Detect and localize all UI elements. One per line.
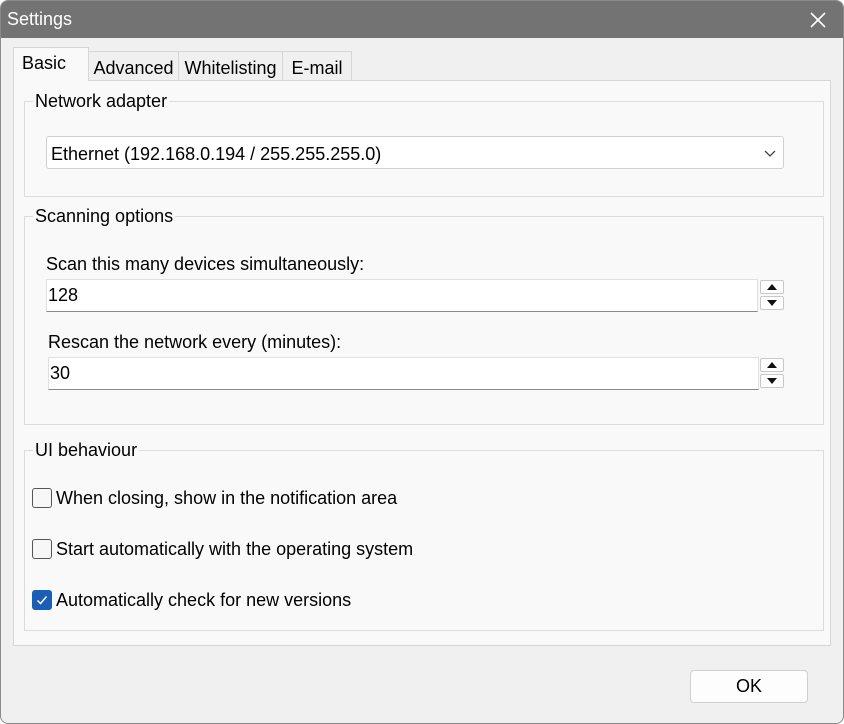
window-title: Settings [7,9,73,29]
tab-email[interactable]: E-mail [282,51,352,81]
group-label: UI behaviour [33,440,140,461]
group-label: Scanning options [33,206,176,227]
checkmark-icon [36,596,48,605]
arrow-down-icon [767,300,777,306]
arrow-up-icon [767,284,777,290]
checkbox[interactable] [32,539,52,559]
simultaneous-spin-down[interactable] [760,296,784,310]
network-adapter-value: Ethernet (192.168.0.194 / 255.255.255.0) [51,144,382,164]
tab-advanced[interactable]: Advanced [88,51,179,81]
group-label: Network adapter [33,91,170,112]
option-check-updates[interactable]: Automatically check for new versions [32,589,351,611]
tab-label: Whitelisting [184,58,277,78]
close-button[interactable] [805,7,831,33]
arrow-up-icon [767,362,777,368]
scanning-options-group: Scanning options Scan this many devices … [24,206,824,425]
tab-whitelisting[interactable]: Whitelisting [178,51,283,81]
tab-label: Advanced [93,58,174,78]
rescan-label: Rescan the network every (minutes): [48,332,342,352]
checkbox-checked[interactable] [32,590,52,610]
arrow-down-icon [767,378,777,384]
simultaneous-spin-up[interactable] [760,280,784,294]
rescan-spin-down[interactable] [760,374,784,388]
option-autostart[interactable]: Start automatically with the operating s… [32,538,413,560]
title-bar: Settings [1,1,843,38]
simultaneous-devices-input[interactable] [46,279,758,312]
tab-panel-basic: Network adapter Ethernet (192.168.0.194 … [13,80,831,646]
simultaneous-label: Scan this many devices simultaneously: [46,254,365,274]
checkbox-label: Start automatically with the operating s… [56,538,414,559]
network-adapter-dropdown[interactable]: Ethernet (192.168.0.194 / 255.255.255.0) [46,136,784,169]
ui-behaviour-group: UI behaviour When closing, show in the n… [24,440,824,631]
rescan-spin-up[interactable] [760,358,784,372]
rescan-interval-input[interactable] [48,357,759,390]
ok-button[interactable]: OK [690,670,808,703]
tab-basic[interactable]: Basic [13,47,89,81]
settings-dialog: Settings Basic Advanced Whitelisting E-m… [0,0,844,724]
option-notification-area[interactable]: When closing, show in the notification a… [32,487,397,509]
tab-label: E-mail [291,58,343,78]
network-adapter-group: Network adapter Ethernet (192.168.0.194 … [24,91,824,197]
close-icon [810,12,826,28]
checkbox-label: Automatically check for new versions [56,589,352,610]
checkbox[interactable] [32,488,52,508]
chevron-down-icon [764,150,776,157]
checkbox-label: When closing, show in the notification a… [56,487,398,508]
tab-label: Basic [22,53,67,73]
